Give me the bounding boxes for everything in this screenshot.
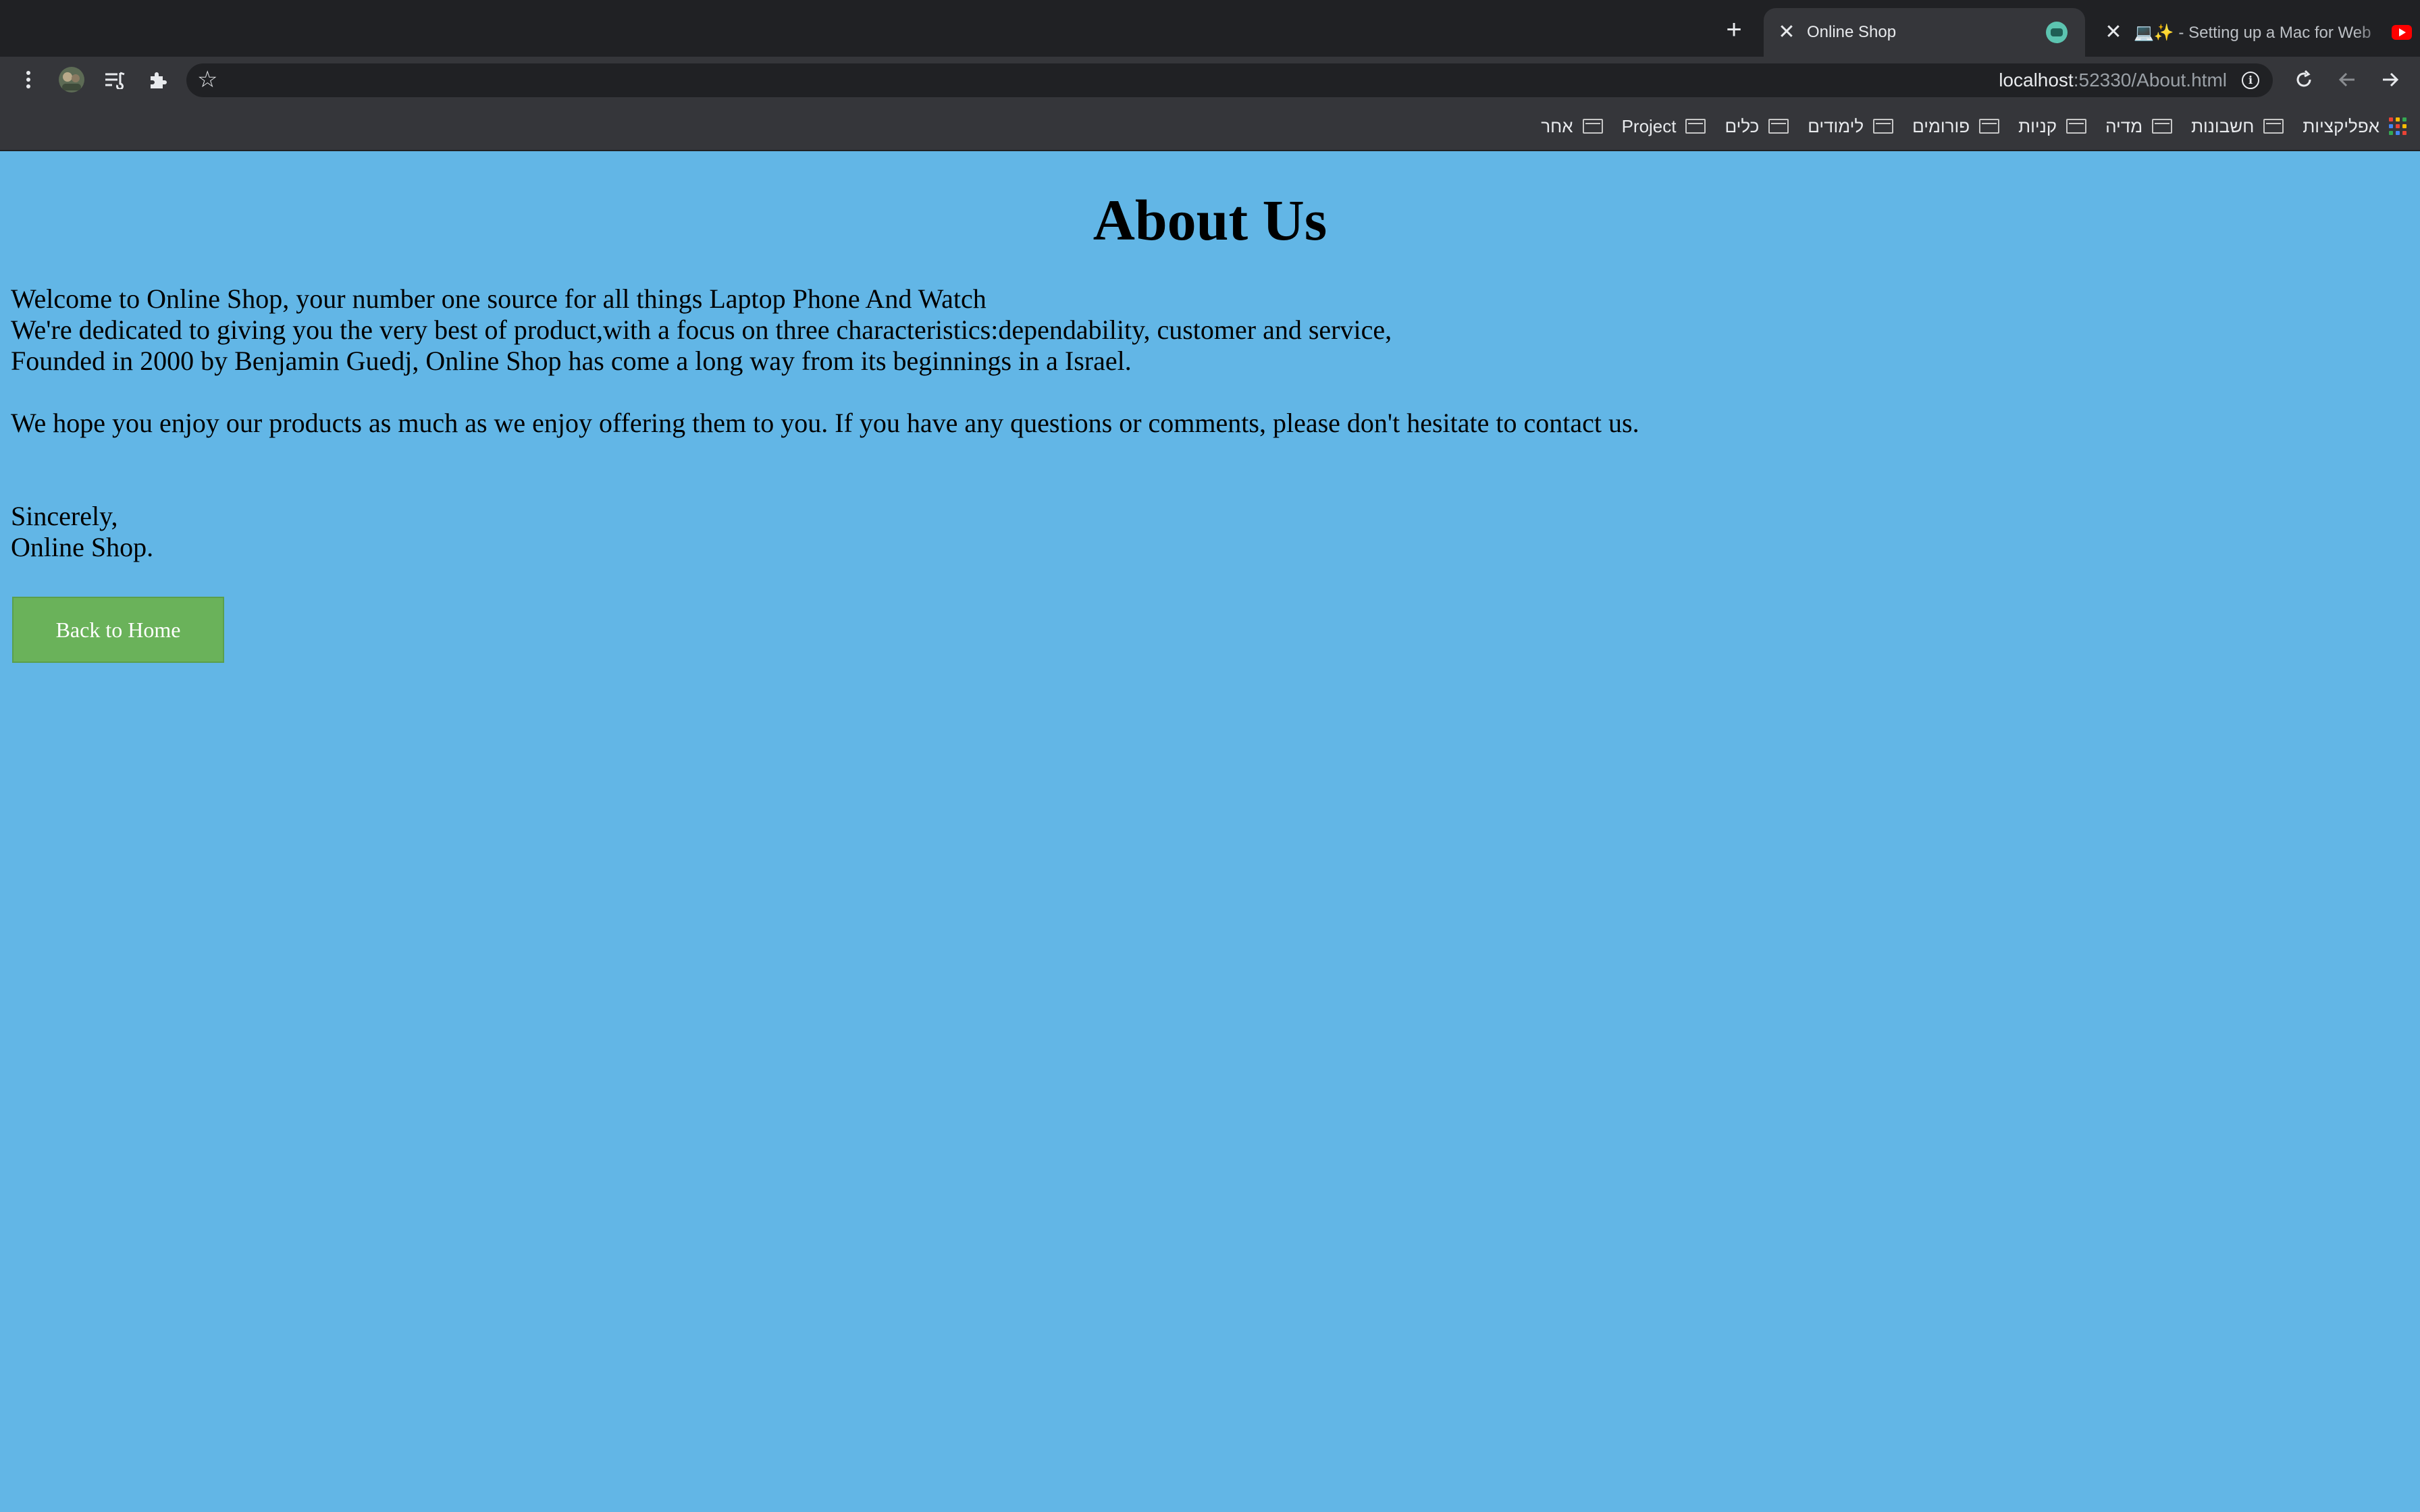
back-to-home-button[interactable]: Back to Home	[12, 597, 224, 663]
tab-strip: + ✕ Online Shop ✕ 💻✨ - Setting up a Mac …	[0, 0, 2420, 57]
closing-line: Online Shop.	[11, 532, 154, 562]
bookmark-label: קניות	[2018, 115, 2057, 136]
folder-icon	[1873, 119, 1894, 134]
kebab-icon[interactable]	[15, 66, 42, 93]
close-icon[interactable]: ✕	[2103, 22, 2124, 43]
bookmark-apps[interactable]: אפליקציות	[2303, 116, 2406, 137]
close-icon[interactable]: ✕	[1776, 22, 1797, 43]
reload-icon[interactable]	[2290, 66, 2317, 93]
folder-icon	[2263, 119, 2284, 134]
new-tab-button[interactable]: +	[1719, 15, 1749, 45]
bookmark-folder-other[interactable]: אחר	[1541, 115, 1603, 137]
bookmark-label: פורומים	[1912, 115, 1970, 136]
folder-icon	[1685, 119, 1706, 134]
back-arrow-icon[interactable]	[2334, 66, 2361, 93]
reading-list-icon[interactable]	[101, 66, 128, 93]
url-path: :52330/About.html	[2073, 70, 2227, 90]
folder-icon	[2066, 119, 2087, 134]
bookmark-label: אחר	[1541, 115, 1573, 136]
bookmark-folder-studies[interactable]: לימודים	[1808, 115, 1894, 137]
hope-text: We hope you enjoy our products as much a…	[11, 408, 1639, 438]
bookmark-folder-tools[interactable]: כלים	[1725, 116, 1789, 137]
intro-paragraph: Welcome to Online Shop, your number one …	[11, 284, 1392, 377]
bookmark-folder-media[interactable]: מדיה	[2105, 115, 2173, 137]
folder-icon	[2152, 119, 2173, 134]
closing-paragraph: Sincerely, Online Shop.	[11, 501, 153, 563]
folder-icon	[1582, 119, 1603, 134]
bookmark-label: לימודים	[1808, 115, 1864, 136]
page-title: About Us	[1093, 188, 1327, 252]
bookmarks-bar: אפליקציות חשבונות מדיה קניות פורומים לימ…	[0, 103, 2420, 151]
folder-icon	[1979, 119, 2000, 134]
bookmark-label: אפליקציות	[2303, 115, 2379, 136]
intro-line: Founded in 2000 by Benjamin Guedj, Onlin…	[11, 346, 1132, 376]
bookmark-label: כלים	[1725, 115, 1760, 136]
tab-title: Online Shop	[1807, 23, 1897, 41]
info-icon[interactable]: i	[2242, 72, 2259, 89]
puzzle-icon[interactable]	[144, 66, 172, 93]
youtube-favicon-icon	[2392, 25, 2412, 40]
url-text: localhost:52330/About.html	[1999, 63, 2227, 97]
star-icon[interactable]: ☆	[197, 66, 217, 93]
browser-toolbar: ☆ localhost:52330/About.html i	[0, 57, 2420, 103]
page-content: About Us Welcome to Online Shop, your nu…	[0, 151, 2420, 1512]
bookmark-folder-project[interactable]: Project	[1622, 116, 1706, 137]
hope-paragraph: We hope you enjoy our products as much a…	[11, 408, 1639, 439]
url-host: localhost	[1999, 70, 2074, 90]
bookmark-folder-shopping[interactable]: קניות	[2018, 115, 2087, 137]
address-bar[interactable]: ☆ localhost:52330/About.html i	[186, 63, 2273, 97]
tab-online-shop[interactable]: ✕ Online Shop	[1764, 8, 2085, 57]
intro-line: Welcome to Online Shop, your number one …	[11, 284, 987, 314]
bookmark-label: חשבונות	[2191, 115, 2255, 136]
bookmark-label: מדיה	[2105, 115, 2143, 136]
bookmark-label: Project	[1621, 115, 1677, 136]
tab-setting-up-mac[interactable]: ✕ 💻✨ - Setting up a Mac for Web	[2090, 8, 2420, 57]
intro-line: We're dedicated to giving you the very b…	[11, 315, 1392, 345]
closing-line: Sincerely,	[11, 501, 118, 531]
forward-arrow-icon[interactable]	[2377, 66, 2404, 93]
bookmark-list: אפליקציות חשבונות מדיה קניות פורומים לימ…	[1541, 103, 2406, 150]
apps-grid-icon	[2389, 117, 2406, 135]
tab-title: 💻✨ - Setting up a Mac for Web	[2134, 23, 2371, 42]
bookmark-folder-forums[interactable]: פורומים	[1912, 115, 2000, 137]
extension-favicon-icon	[2046, 22, 2068, 43]
folder-icon	[1768, 119, 1789, 134]
avatar[interactable]	[58, 66, 85, 93]
bookmark-folder-accounts[interactable]: חשבונות	[2191, 116, 2284, 137]
